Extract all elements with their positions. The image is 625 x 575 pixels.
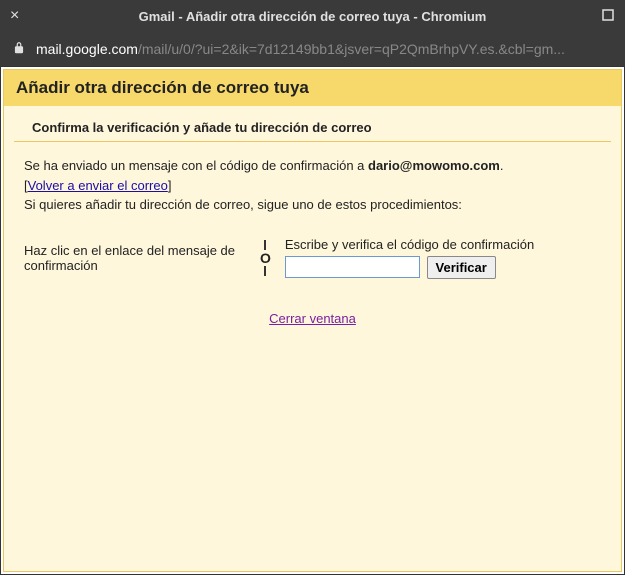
option-click-link: Haz clic en el enlace del mensaje de con… — [24, 243, 254, 273]
option-enter-code: Escribe y verifica el código de confirma… — [277, 237, 601, 279]
code-label: Escribe y verifica el código de confirma… — [285, 237, 601, 252]
verify-button[interactable]: Verificar — [427, 256, 496, 279]
resend-link[interactable]: Volver a enviar el correo — [28, 178, 168, 193]
msg-prefix: Se ha enviado un mensaje con el código d… — [24, 158, 368, 173]
lock-icon — [12, 41, 26, 58]
window-title: Gmail - Añadir otra dirección de correo … — [30, 9, 595, 24]
msg-suffix: . — [500, 158, 504, 173]
address-bar[interactable]: mail.google.com/mail/u/0/?ui=2&ik=7d1214… — [0, 32, 625, 66]
verify-options-row: Haz clic en el enlace del mensaje de con… — [4, 215, 621, 289]
page-subhead: Confirma la verificación y añade tu dire… — [14, 106, 611, 142]
window-titlebar: × Gmail - Añadir otra dirección de corre… — [0, 0, 625, 32]
maximize-icon[interactable] — [595, 8, 615, 25]
close-window-link[interactable]: Cerrar ventana — [269, 311, 356, 326]
page-title: Añadir otra dirección de correo tuya — [4, 70, 621, 106]
confirmation-message: Se ha enviado un mensaje con el código d… — [4, 142, 621, 215]
instructions-text: Si quieres añadir tu dirección de correo… — [24, 197, 462, 212]
confirmation-email: dario@mowomo.com — [368, 158, 500, 173]
content-wrapper: Añadir otra dirección de correo tuya Con… — [0, 66, 625, 575]
close-row: Cerrar ventana — [4, 289, 621, 326]
divider-label: O — [260, 251, 271, 265]
url-host: mail.google.com — [36, 41, 138, 57]
url-path: /mail/u/0/?ui=2&ik=7d12149bb1&jsver=qP2Q… — [138, 41, 565, 57]
option-divider: O — [254, 239, 277, 277]
code-input[interactable] — [285, 256, 420, 278]
close-icon[interactable]: × — [10, 7, 30, 25]
content: Añadir otra dirección de correo tuya Con… — [3, 69, 622, 572]
